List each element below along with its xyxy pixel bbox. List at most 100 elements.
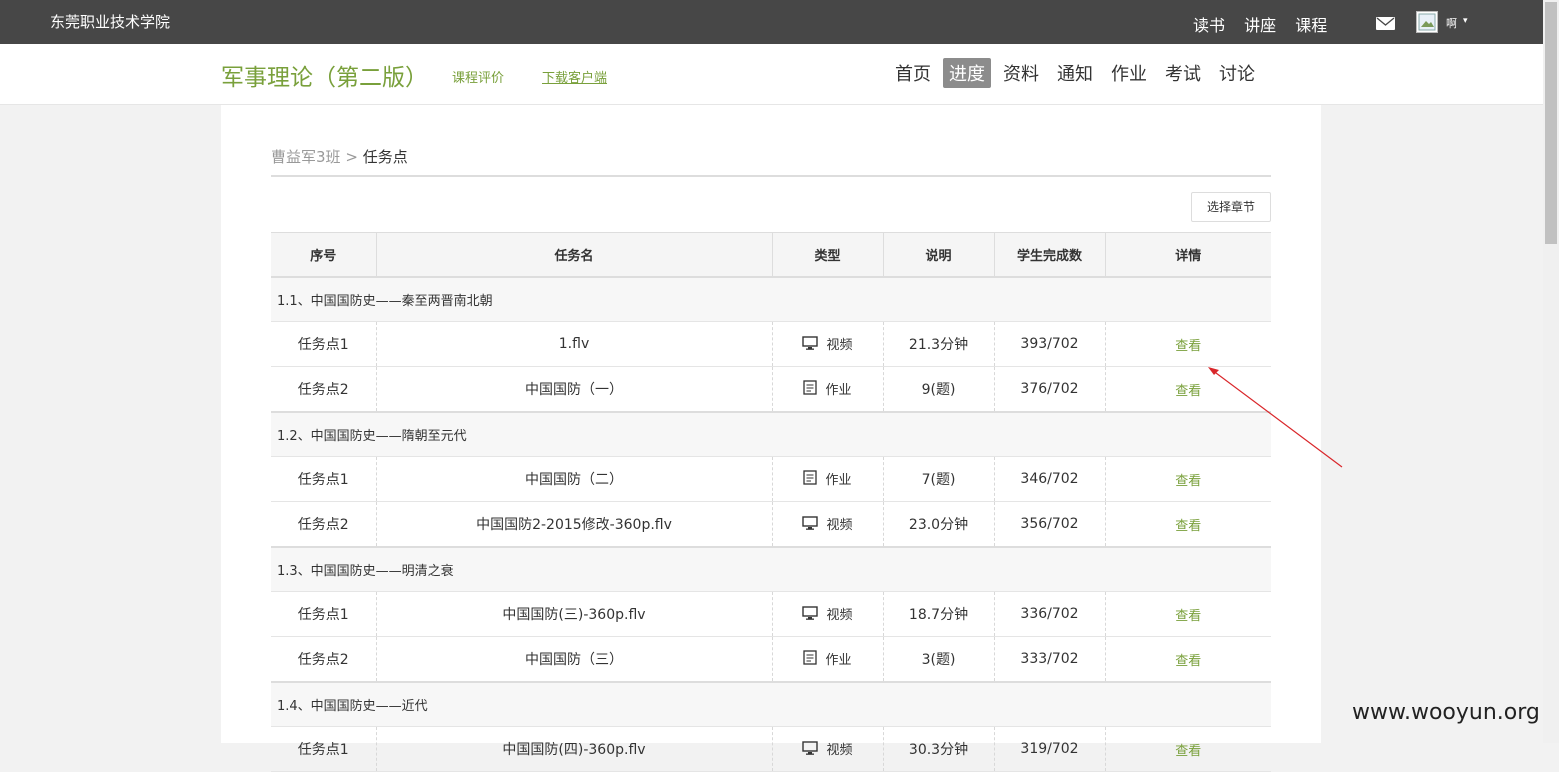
breadcrumb-class[interactable]: 曹益军3班 [271,148,341,166]
top-links: 读书 讲座 课程 [1193,12,1341,36]
nav-progress[interactable]: 进度 [943,58,991,88]
task-detail: 查看 [1104,726,1271,772]
document-icon [803,649,818,670]
download-client-link[interactable]: 下载客户端 [542,67,607,86]
select-chapter-button[interactable]: 选择章节 [1191,192,1271,222]
view-link[interactable]: 查看 [1175,609,1201,624]
chapter-title: 1.4、中国国防史——近代 [271,681,1271,727]
task-name: 1.flv [375,321,772,367]
avatar[interactable] [1416,11,1438,33]
task-type-label: 作业 [825,472,852,488]
chapter-row: 1.4、中国国防史——近代 [271,681,1271,727]
scrollbar-thumb[interactable] [1545,2,1557,244]
nav-materials[interactable]: 资料 [997,58,1045,88]
chapter-title: 1.1、中国国防史——秦至两晋南北朝 [271,277,1271,322]
task-seq: 任务点1 [271,726,376,772]
watermark: www.wooyun.org [1352,700,1540,725]
table-row: 任务点1 中国国防(四)-360p.flv 视频 30.3分钟 319/702 查看 [271,726,1271,772]
task-name: 中国国防（三） [375,636,772,683]
col-header-detail: 详情 [1104,232,1271,278]
nav-homework[interactable]: 作业 [1105,58,1153,88]
task-desc: 3(题) [882,636,994,683]
view-link[interactable]: 查看 [1175,474,1201,489]
table-row: 任务点1 1.flv 视频 21.3分钟 393/702 查看 [271,321,1271,367]
task-type-label: 视频 [826,608,853,623]
task-done-count: 319/702 [993,726,1105,772]
task-detail: 查看 [1104,366,1271,413]
task-desc: 23.0分钟 [882,501,994,548]
task-seq: 任务点1 [271,321,376,367]
task-detail: 查看 [1104,321,1271,367]
top-link-reading[interactable]: 读书 [1193,16,1225,35]
document-icon [803,379,818,400]
task-desc: 21.3分钟 [882,321,994,367]
task-type-label: 作业 [825,652,852,668]
task-done-count: 376/702 [993,366,1105,413]
monitor-icon [802,606,819,624]
task-name: 中国国防（二） [375,456,772,502]
top-link-lecture[interactable]: 讲座 [1244,16,1276,35]
nav-home[interactable]: 首页 [889,58,937,88]
task-name: 中国国防(四)-360p.flv [375,726,772,772]
view-link[interactable]: 查看 [1175,744,1201,759]
task-type: 作业 [771,366,883,413]
task-seq: 任务点2 [271,636,376,683]
task-detail: 查看 [1104,636,1271,683]
task-type: 视频 [771,726,883,772]
top-link-course[interactable]: 课程 [1295,16,1327,35]
breadcrumb: 曹益军3班 > 任务点 [271,146,408,167]
table-row: 任务点2 中国国防（三） 作业 3(题) 333/702 查看 [271,636,1271,683]
username[interactable]: 啊 [1446,15,1457,31]
task-type: 作业 [771,636,883,683]
task-type: 视频 [771,501,883,548]
task-done-count: 393/702 [993,321,1105,367]
table-row: 任务点1 中国国防(三)-360p.flv 视频 18.7分钟 336/702 查看 [271,591,1271,637]
nav-exam[interactable]: 考试 [1159,58,1207,88]
breadcrumb-divider [271,175,1271,177]
top-bar: 东莞职业技术学院 读书 讲座 课程 啊 ▾ [0,0,1543,44]
task-type-label: 视频 [826,518,853,533]
task-detail: 查看 [1104,456,1271,502]
school-name[interactable]: 东莞职业技术学院 [50,11,170,32]
view-link[interactable]: 查看 [1175,519,1201,534]
course-nav: 首页 进度 资料 通知 作业 考试 讨论 [889,58,1267,88]
monitor-icon [802,516,819,534]
table-header-row: 序号 任务名 类型 说明 学生完成数 详情 [271,232,1271,278]
col-header-name: 任务名 [375,232,772,278]
chapter-row: 1.2、中国国防史——隋朝至元代 [271,411,1271,457]
monitor-icon [802,336,819,354]
task-desc: 9(题) [882,366,994,413]
task-name: 中国国防(三)-360p.flv [375,591,772,637]
view-link[interactable]: 查看 [1175,654,1201,669]
task-done-count: 346/702 [993,456,1105,502]
course-eval-link[interactable]: 课程评价 [452,67,504,86]
view-link[interactable]: 查看 [1175,339,1201,354]
col-header-done: 学生完成数 [993,232,1105,278]
chapter-row: 1.1、中国国防史——秦至两晋南北朝 [271,277,1271,322]
task-done-count: 336/702 [993,591,1105,637]
table-row: 任务点2 中国国防2-2015修改-360p.flv 视频 23.0分钟 356/702… [271,501,1271,548]
task-type-label: 视频 [826,743,853,758]
mail-icon[interactable] [1376,17,1395,30]
chapter-row: 1.3、中国国防史——明清之衰 [271,546,1271,592]
col-header-desc: 说明 [882,232,994,278]
nav-notices[interactable]: 通知 [1051,58,1099,88]
task-detail: 查看 [1104,501,1271,548]
chapter-title: 1.3、中国国防史——明清之衰 [271,546,1271,592]
task-name: 中国国防2-2015修改-360p.flv [375,501,772,548]
document-icon [803,469,818,490]
task-done-count: 356/702 [993,501,1105,548]
col-header-seq: 序号 [271,232,376,278]
table-row: 任务点1 中国国防（二） 作业 7(题) 346/702 查看 [271,456,1271,502]
task-seq: 任务点2 [271,501,376,548]
chevron-down-icon[interactable]: ▾ [1463,16,1468,26]
col-header-type: 类型 [771,232,883,278]
task-table: 序号 任务名 类型 说明 学生完成数 详情 1.1、中国国防史——秦至两晋南北朝… [271,232,1271,772]
nav-discussion[interactable]: 讨论 [1213,58,1261,88]
task-type: 视频 [771,321,883,367]
view-link[interactable]: 查看 [1175,384,1201,399]
table-row: 任务点2 中国国防（一） 作业 9(题) 376/702 查看 [271,366,1271,413]
course-title[interactable]: 军事理论（第二版） [221,58,428,92]
task-type: 视频 [771,591,883,637]
task-seq: 任务点2 [271,366,376,413]
